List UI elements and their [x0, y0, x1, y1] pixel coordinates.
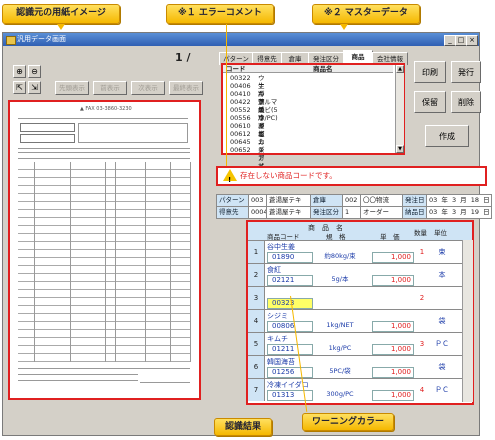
master-list-header: コード 商品名 — [223, 65, 393, 73]
recognition-result-table: 商 品 名 商品コード 規 格 単 価 数量 単位 1 谷中生姜 01890 約… — [246, 220, 474, 405]
scroll-down-icon[interactable]: ▼ — [396, 145, 404, 153]
callout-master-data: ※２ マスターデータ — [312, 4, 420, 24]
master-data-list[interactable]: コード 商品名 00322 ウナギ蒲焼 00406 生わかめ 00410 冷アサリガニ… — [221, 63, 405, 178]
zoom-in-icon[interactable]: ⊕ — [13, 65, 26, 78]
result-row[interactable]: 2 食紅 02121 5g/本 1,000 本 — [248, 263, 472, 286]
master-col-name: 商品名 — [313, 65, 333, 73]
result-row[interactable]: 5 キムチ 01211 1kg/PC 1,000 3 ＰＣ — [248, 332, 472, 355]
issue-button[interactable]: 発行 — [451, 61, 481, 83]
last-page-button[interactable]: 最終表示 — [169, 81, 203, 95]
result-row[interactable]: 4 シジミ 00806 1kg/NET 1,000 袋 — [248, 309, 472, 332]
delivery-date-field[interactable]: 03 年 3 月 19 日 — [426, 206, 492, 219]
print-button[interactable]: 印刷 — [414, 61, 446, 83]
result-scrollbar[interactable] — [462, 240, 473, 402]
callout-pointer — [340, 24, 348, 30]
callout-pointer — [57, 24, 65, 30]
title-bar: 汎用データ画面 _ □ × — [3, 33, 479, 46]
zoom-out-icon[interactable]: ⊖ — [28, 65, 41, 78]
callout-warning-color: ワーニングカラー — [302, 413, 394, 431]
master-col-code: コード — [226, 65, 246, 73]
result-header: 商 品 名 商品コード 規 格 単 価 数量 単位 — [248, 222, 472, 241]
page-number: 1 / — [175, 51, 191, 64]
master-list-scrollbar[interactable]: ▲ ▼ — [395, 65, 404, 153]
callout-error-comment: ※１ エラーコメント — [166, 4, 274, 24]
delete-button[interactable]: 削除 — [451, 91, 481, 113]
create-button[interactable]: 作成 — [425, 125, 469, 147]
result-row[interactable]: 1 谷中生姜 01890 約80kg/束 1,000 1 束 — [248, 240, 472, 263]
hold-button[interactable]: 保留 — [414, 91, 446, 113]
callout-scan-image: 認識元の用紙イメージ — [2, 4, 120, 24]
result-row-warning[interactable]: 3 00323 2 — [248, 286, 472, 309]
order-type-label: 発注区分 — [310, 206, 346, 219]
customer-label: 得意先 — [216, 206, 252, 219]
window-title: 汎用データ画面 — [17, 35, 66, 43]
scanned-form-image: ▲ FAX 03-3860-3230 — [8, 100, 201, 400]
customer-name-field: 蒼湯屋テキ — [266, 206, 314, 219]
callout-result: 認識結果 — [214, 418, 272, 436]
next-page-button[interactable]: 次表示 — [131, 81, 165, 95]
error-message: 存在しない商品コードです。 — [240, 171, 337, 180]
fit-width-icon[interactable]: ⇲ — [28, 81, 41, 94]
callout-leader-line — [226, 24, 227, 166]
result-row[interactable]: 7 冷凍イイダコ 01313 300g/PC 1,000 4 ＰＣ — [248, 378, 472, 401]
app-icon — [6, 36, 16, 45]
close-button[interactable]: × — [466, 35, 478, 46]
fit-page-icon[interactable]: ⇱ — [13, 81, 26, 94]
error-comment-bar: ! 存在しない商品コードです。 — [216, 166, 487, 186]
result-row[interactable]: 6 韓国海苔 01256 5PC/袋 1,000 袋 — [248, 355, 472, 378]
order-type-name-field: オーダー — [360, 206, 406, 219]
scroll-up-icon[interactable]: ▲ — [396, 65, 404, 73]
prev-page-button[interactable]: 前表示 — [93, 81, 127, 95]
fax-header-text: ▲ FAX 03-3860-3230 — [80, 106, 132, 112]
first-page-button[interactable]: 先頭表示 — [55, 81, 89, 95]
